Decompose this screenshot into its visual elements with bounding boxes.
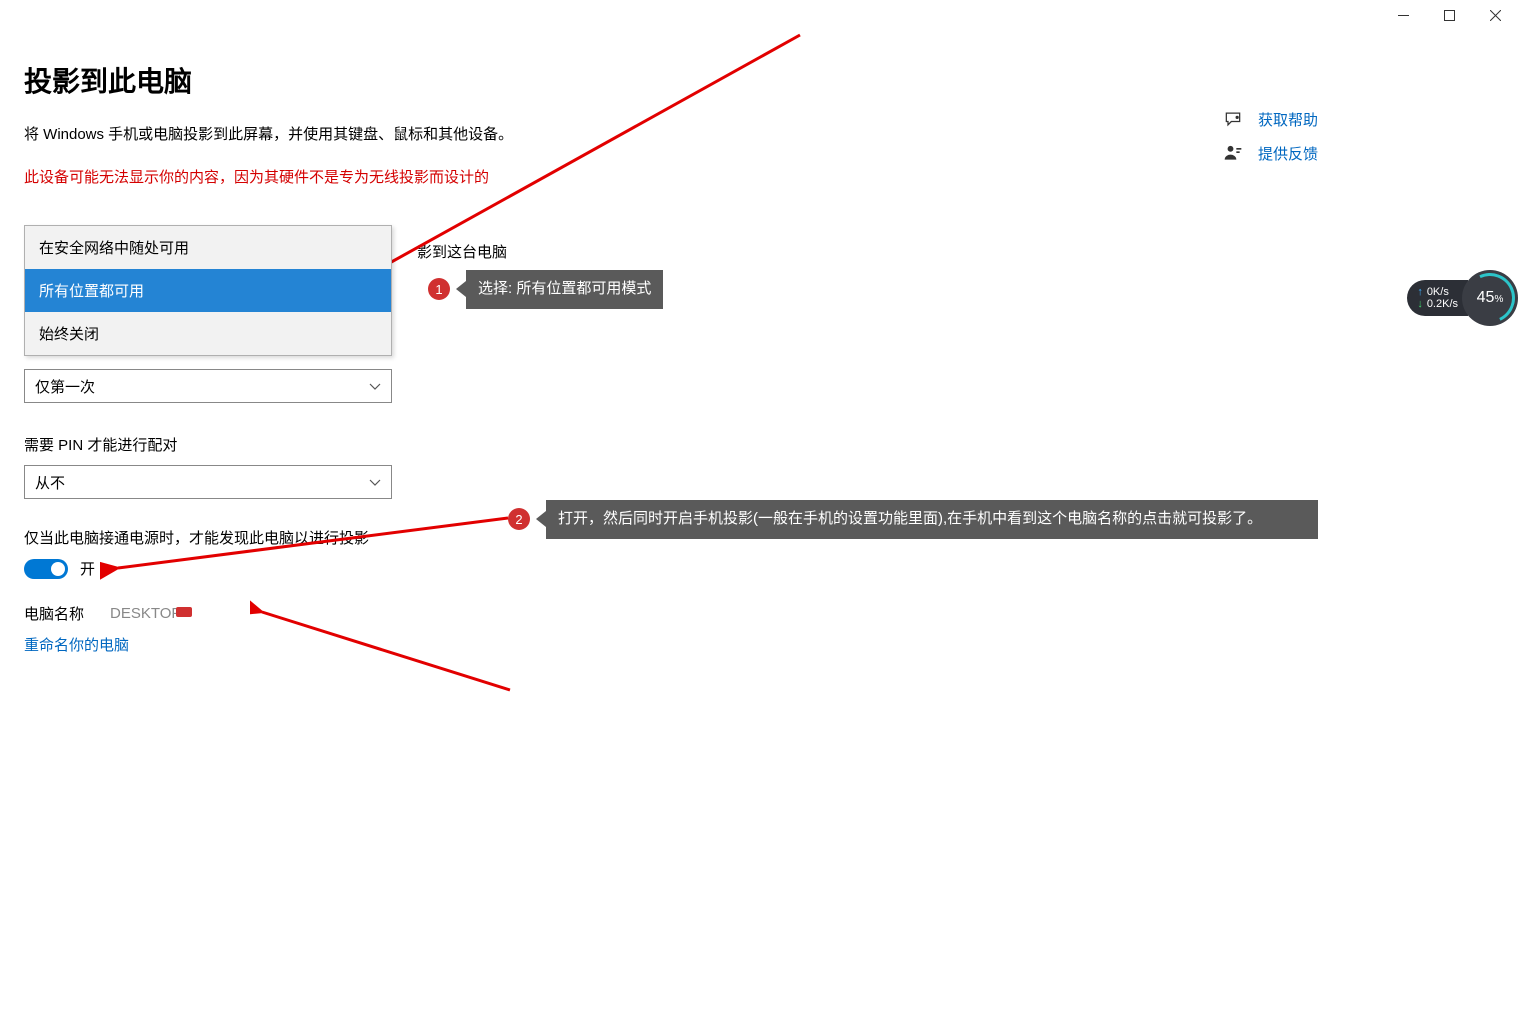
toggle-state-label: 开: [80, 558, 95, 579]
warning-text: 此设备可能无法显示你的内容，因为其硬件不是专为无线投影而设计的: [24, 167, 504, 188]
help-column: 获取帮助 提供反馈: [1222, 108, 1318, 176]
chat-icon: [1222, 108, 1244, 130]
chevron-down-icon: [369, 476, 381, 488]
pc-name-label: 电脑名称: [24, 603, 84, 624]
upload-arrow-icon: ↑: [1417, 286, 1423, 298]
callout-arrow-icon: [456, 281, 466, 297]
person-icon: [1222, 142, 1244, 164]
annotation-badge-2: 2: [508, 508, 530, 530]
main-content: 投影到此电脑 将 Windows 手机或电脑投影到此屏幕，并使用其键盘、鼠标和其…: [24, 60, 604, 202]
gauge-ring-icon: [1458, 266, 1518, 330]
give-feedback-link[interactable]: 提供反馈: [1222, 142, 1318, 164]
annotation-text-2: 打开，然后同时开启手机投影(一般在手机的设置功能里面),在手机中看到这个电脑名称…: [546, 500, 1318, 539]
dropdown-option-everywhere[interactable]: 所有位置都可用: [25, 269, 391, 312]
power-only-section: 仅当此电脑接通电源时，才能发现此电脑以进行投影 开: [24, 527, 369, 579]
annotation-badge-1: 1: [428, 278, 450, 300]
chevron-down-icon: [369, 380, 381, 392]
pin-value: 从不: [35, 472, 65, 493]
page-description: 将 Windows 手机或电脑投影到此屏幕，并使用其键盘、鼠标和其他设备。: [24, 124, 604, 145]
download-speed: 0.2K/s: [1427, 298, 1458, 310]
redacted-mark: [176, 607, 192, 617]
maximize-button[interactable]: [1426, 0, 1472, 30]
pin-select[interactable]: 从不: [24, 465, 392, 499]
window-controls: [1380, 0, 1518, 30]
get-help-link[interactable]: 获取帮助: [1222, 108, 1318, 130]
dropdown-option-secure-network[interactable]: 在安全网络中随处可用: [25, 226, 391, 269]
feedback-label: 提供反馈: [1258, 143, 1318, 164]
get-help-label: 获取帮助: [1258, 109, 1318, 130]
ask-to-project-select[interactable]: 仅第一次: [24, 369, 392, 403]
pin-section: 需要 PIN 才能进行配对 从不: [24, 434, 392, 499]
netspeed-gauge: 45%: [1462, 270, 1518, 326]
rename-pc-link[interactable]: 重命名你的电脑: [24, 634, 186, 655]
obscured-label-fragment: 影到这台电脑: [417, 241, 507, 262]
download-arrow-icon: ↓: [1417, 298, 1423, 310]
callout-arrow-icon: [536, 511, 546, 527]
network-speed-overlay: ↑ 0K/s ↓ 0.2K/s 45%: [1407, 270, 1518, 326]
annotation-text-1: 选择: 所有位置都可用模式: [466, 270, 663, 309]
page-title: 投影到此电脑: [24, 60, 604, 100]
pc-name-section: 电脑名称 DESKTOP- 重命名你的电脑: [24, 603, 186, 655]
dropdown-option-always-off[interactable]: 始终关闭: [25, 312, 391, 355]
power-only-toggle[interactable]: [24, 559, 68, 579]
ask-to-project-value: 仅第一次: [35, 376, 95, 397]
upload-speed: 0K/s: [1427, 286, 1449, 298]
pin-label: 需要 PIN 才能进行配对: [24, 434, 392, 455]
power-only-label: 仅当此电脑接通电源时，才能发现此电脑以进行投影: [24, 527, 369, 548]
annotation-callout-1: 1 选择: 所有位置都可用模式: [428, 270, 663, 309]
availability-dropdown-panel[interactable]: 在安全网络中随处可用 所有位置都可用 始终关闭: [24, 225, 392, 356]
annotation-arrow-3: [250, 600, 520, 700]
netspeed-panel: ↑ 0K/s ↓ 0.2K/s: [1407, 280, 1468, 316]
annotation-callout-2: 2 打开，然后同时开启手机投影(一般在手机的设置功能里面),在手机中看到这个电脑…: [508, 500, 1318, 539]
close-button[interactable]: [1472, 0, 1518, 30]
minimize-button[interactable]: [1380, 0, 1426, 30]
pc-name-value: DESKTOP-: [110, 605, 186, 622]
